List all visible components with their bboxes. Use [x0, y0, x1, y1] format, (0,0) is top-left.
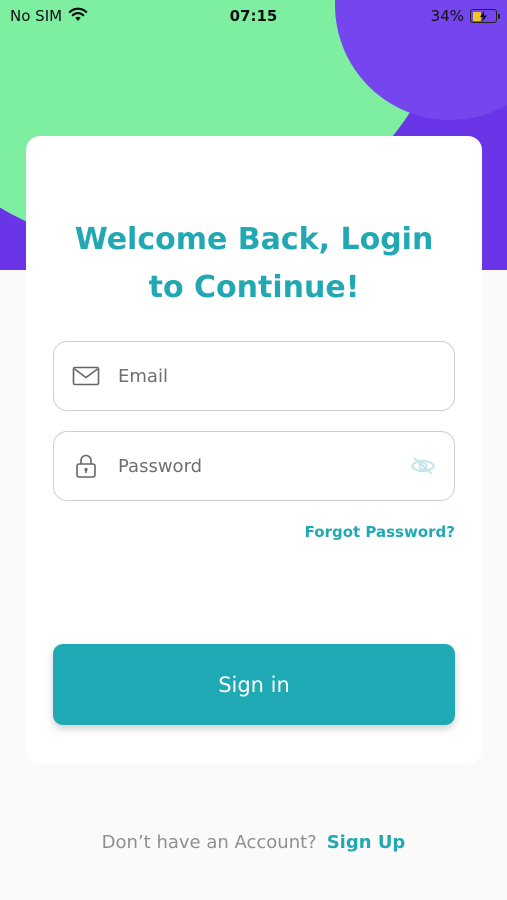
mail-icon [72, 364, 100, 388]
battery-icon [470, 9, 500, 23]
wifi-icon [68, 7, 88, 26]
carrier-label: No SIM [10, 7, 63, 25]
login-card: Welcome Back, Login to Continue! Email F… [26, 136, 482, 764]
eye-off-icon[interactable] [410, 454, 436, 478]
forgot-password-link[interactable]: Forgot Password? [305, 523, 455, 541]
signup-prompt: Don’t have an Account? [101, 832, 317, 853]
status-time: 07:15 [229, 7, 278, 25]
status-bar: No SIM 07:15 34% [0, 0, 507, 32]
email-field[interactable] [53, 341, 455, 411]
email-input[interactable] [118, 342, 408, 410]
battery-percent: 34% [430, 7, 464, 25]
page-title: Welcome Back, Login to Continue! [26, 216, 482, 312]
lock-icon [72, 454, 100, 478]
title-line-2: to Continue! [148, 270, 360, 305]
title-line-1: Welcome Back, Login [74, 222, 434, 257]
sign-in-button[interactable]: Sign in [53, 644, 455, 725]
sign-up-link[interactable]: Sign Up [327, 832, 406, 853]
password-input[interactable] [118, 432, 408, 500]
signup-row: Don’t have an Account? Sign Up [0, 832, 507, 853]
password-field[interactable] [53, 431, 455, 501]
